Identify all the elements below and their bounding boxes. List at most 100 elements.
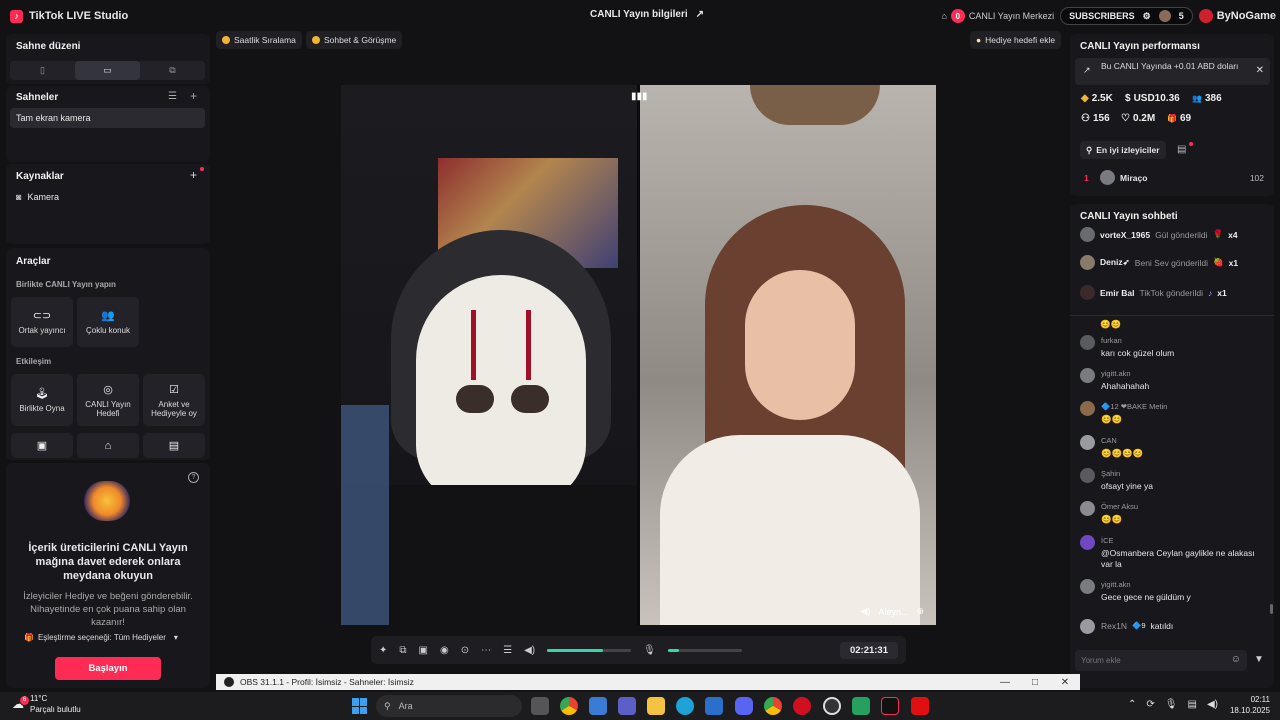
settings-icon[interactable]: ⚙	[1143, 11, 1151, 22]
start-button[interactable]: Başlayın	[55, 657, 161, 680]
comment-input[interactable]: Yorum ekle ☺	[1075, 650, 1247, 671]
layout-landscape-button[interactable]: ▭	[75, 61, 140, 80]
chat-user: Ömer Aksu	[1101, 502, 1139, 511]
discord-icon[interactable]	[735, 697, 753, 715]
chat-title: CANLI Yayın sohbeti	[1080, 211, 1178, 222]
play-together-button[interactable]: 🕹 Birlikte Oyna	[11, 374, 73, 426]
gift-text: Beni Sev gönderildi	[1134, 257, 1209, 268]
volume-icon[interactable]: ◀)	[524, 645, 535, 656]
hourly-ranking-chip[interactable]: Saatlik Sıralama	[216, 31, 302, 49]
top-viewer-row[interactable]: 1 Miraço 102	[1084, 170, 1264, 186]
live-goal-button[interactable]: ◎ CANLI Yayın Hedefi	[77, 374, 139, 426]
chat-meet-chip[interactable]: Sohbet & Görüşme	[306, 31, 403, 49]
tool-card-more-1[interactable]: ▣	[11, 433, 73, 458]
gift-goal-chip[interactable]: ● Hediye hedefi ekle	[970, 31, 1062, 49]
chrome-icon[interactable]	[560, 697, 578, 715]
add-scene-icon[interactable]: +	[190, 89, 197, 103]
chat-text: Gece gece ne güldüm y	[1101, 592, 1191, 602]
mask-mark-shape	[471, 310, 531, 380]
guest-label[interactable]: ◀) Aleyn... ⊕	[861, 606, 924, 617]
adjust-icon[interactable]: ☰	[503, 645, 512, 656]
obs-title: OBS 31.1.1 - Profil: İsimsiz - Sahneler:…	[240, 677, 414, 687]
volume-icon: ◀)	[1206, 699, 1218, 710]
multi-guest-button[interactable]: 👥 Çoklu konuk	[77, 297, 139, 347]
top-viewer-score: 102	[1249, 173, 1264, 183]
subscribers-label: SUBSCRIBERS	[1069, 11, 1135, 21]
mail-icon[interactable]	[705, 697, 723, 715]
chat-text: 😊😊😊😊	[1101, 448, 1144, 458]
effects-icon[interactable]: ⧉	[399, 645, 406, 656]
layout-other-button[interactable]: ⧉	[140, 61, 205, 80]
tools-title: Araçlar	[16, 256, 51, 267]
windows-start-icon[interactable]	[352, 698, 368, 714]
emoji-icon[interactable]: ☺	[1231, 654, 1241, 665]
chat-message: furkan karı cok güzel olum	[1101, 336, 1280, 358]
sync-icon: ⟳	[1146, 699, 1155, 710]
maximize-button[interactable]: □	[1020, 674, 1050, 690]
list-icon[interactable]: ☰	[168, 91, 177, 102]
trend-icon: ↗	[1083, 65, 1091, 75]
top-viewer-rank: 1	[1084, 173, 1089, 183]
more-icon[interactable]: ⋯	[481, 645, 491, 656]
chat-meet-label: Sohbet & Görüşme	[324, 35, 397, 45]
source-item[interactable]: ◙ Kamera	[16, 192, 59, 202]
task-view-icon[interactable]	[531, 697, 549, 715]
screen-icon[interactable]: ▣	[419, 645, 428, 656]
clock[interactable]: 02:11 18.10.2025	[1230, 694, 1270, 716]
stat-diamonds: ◆ 2.5K	[1081, 93, 1113, 104]
tiktok-live-studio-window: ♪ TikTok LIVE Studio CANLI Yayın bilgile…	[0, 0, 1280, 692]
obs-window-bar[interactable]: OBS 31.1.1 - Profil: İsimsiz - Sahneler:…	[216, 674, 1080, 690]
store-icon[interactable]	[589, 697, 607, 715]
help-icon[interactable]: ?	[188, 472, 199, 483]
capture-icon[interactable]: ⊙	[461, 645, 469, 656]
top-viewers-label: En iyi izleyiciler	[1096, 145, 1160, 155]
live-center-button[interactable]: ⌂ 0 CANLI Yayın Merkezi	[941, 9, 1054, 23]
minimize-button[interactable]: —	[990, 674, 1020, 690]
store-icon: ⌂	[104, 439, 112, 452]
chrome-icon-2[interactable]	[764, 697, 782, 715]
stat-likes: ♡ 0.2M	[1121, 113, 1155, 124]
tiktok-icon[interactable]	[881, 697, 899, 715]
stat-value: 2.5K	[1091, 93, 1113, 104]
mic-icon[interactable]: 🎙	[643, 645, 656, 656]
mic-slider[interactable]	[667, 648, 742, 652]
magic-wand-icon[interactable]: ✦	[379, 645, 387, 656]
poll-button[interactable]: ☑ Anket ve Hediyeyle oy	[143, 374, 205, 426]
list-icon[interactable]: ▤	[1177, 144, 1186, 155]
close-icon[interactable]: ✕	[1256, 65, 1264, 76]
folder-icon[interactable]	[647, 697, 665, 715]
followers-icon: ⚇	[1081, 113, 1090, 124]
pairing-dropdown[interactable]: 🎁 Eşleştirme seçeneği: Tüm Hediyeler ▾	[24, 633, 178, 642]
obs-icon[interactable]	[823, 697, 841, 715]
mic-icon: 🎙	[1164, 699, 1178, 710]
tool-card-more-3[interactable]: ▤	[143, 433, 205, 458]
tool-card-more-2[interactable]: ⌂	[77, 433, 139, 458]
volume-slider[interactable]	[547, 648, 632, 652]
windows-taskbar: ☁ 6 11°C Parçalı bulutlu ⚲ Ara ⌃ ⟳ 🎙 ▤ ◀)…	[0, 692, 1280, 720]
battle-illustration	[84, 481, 130, 521]
gift-icon: 🎁	[1167, 114, 1177, 123]
new-dot	[1189, 142, 1193, 146]
top-viewers-tab[interactable]: ⚲ En iyi izleyiciler	[1080, 141, 1166, 159]
scene-item[interactable]: Tam ekran kamera	[10, 108, 205, 128]
system-tray-icons[interactable]: ⌃ ⟳ 🎙 ▤ ◀)	[1128, 699, 1218, 710]
video-preview[interactable]: ◀) Aleyn... ⊕ ▮▮▮	[341, 85, 936, 625]
youtube-icon[interactable]	[911, 697, 929, 715]
record-icon[interactable]: ◉	[440, 645, 449, 656]
opera-icon[interactable]	[793, 697, 811, 715]
weather-widget[interactable]: ☁ 6 11°C Parçalı bulutlu	[12, 693, 81, 715]
whatsapp-icon[interactable]	[852, 697, 870, 715]
filter-icon[interactable]: ▼	[1254, 654, 1264, 665]
add-source-icon[interactable]: +	[190, 168, 197, 182]
edge-icon[interactable]	[676, 697, 694, 715]
teams-icon[interactable]	[618, 697, 636, 715]
layout-portrait-button[interactable]: ▯	[10, 61, 75, 80]
close-button[interactable]: ✕	[1050, 674, 1080, 690]
chevron-up-icon: ⌃	[1128, 699, 1137, 710]
chat-scrollbar[interactable]	[1270, 604, 1273, 614]
perf-note-text: Bu CANLI Yayında +0.01 ABD doları	[1101, 61, 1239, 71]
co-host-button[interactable]: ⊂⊃ Ortak yayıncı	[11, 297, 73, 347]
live-info-button[interactable]: CANLI Yayın bilgileri ↗	[590, 9, 704, 20]
avatar[interactable]	[1158, 10, 1171, 22]
taskbar-search[interactable]: ⚲ Ara	[376, 695, 522, 717]
